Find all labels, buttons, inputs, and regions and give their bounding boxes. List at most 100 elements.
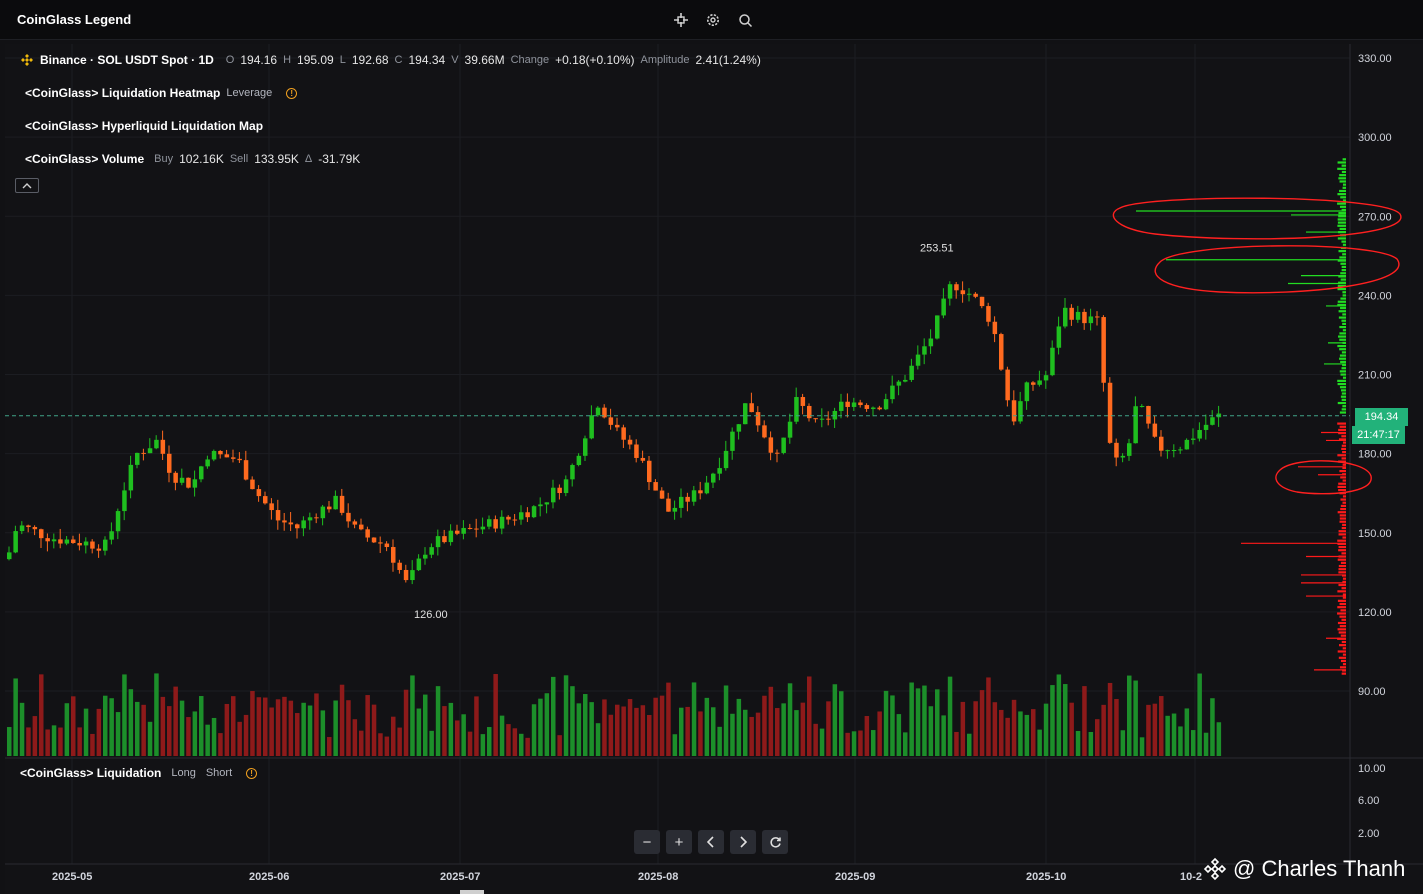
volume-bar: [576, 703, 582, 756]
candle-body: [32, 526, 38, 530]
volume-bar: [883, 690, 889, 756]
candle-body: [743, 403, 748, 425]
volume-bar: [851, 731, 857, 756]
volume-bar: [1037, 729, 1042, 756]
long-liq-bar: [1337, 454, 1346, 457]
volume-bar: [474, 696, 479, 756]
sell-value: 133.95K: [254, 152, 299, 166]
candle-body: [589, 415, 594, 439]
volume-bar: [890, 695, 895, 756]
long-liq-bar: [1339, 666, 1346, 669]
candle-body: [717, 468, 722, 474]
search-icon[interactable]: [735, 10, 755, 30]
candle-body: [896, 381, 902, 386]
indicator-volume[interactable]: <CoinGlass> Volume Buy 102.16K Sell 133.…: [25, 152, 360, 166]
scroll-right-button[interactable]: [730, 830, 756, 854]
settings-icon[interactable]: [703, 10, 723, 30]
collapse-legend-button[interactable]: [15, 178, 39, 193]
short-liq-bar: [1341, 408, 1346, 411]
candle-body: [147, 448, 153, 454]
refresh-icon: [769, 836, 781, 848]
long-liq-bar: [1342, 495, 1346, 498]
candle-body: [90, 541, 95, 549]
long-liq-bar: [1340, 634, 1346, 637]
volume-bar: [167, 706, 172, 756]
scroll-left-button[interactable]: [698, 830, 724, 854]
volume-bar: [173, 686, 178, 756]
chart-area[interactable]: 330.00 300.00 270.00 240.00 210.00 180.00 150.…: [5, 44, 1423, 894]
long-liq-bar: [1338, 571, 1346, 574]
candle-body: [909, 365, 914, 380]
volume-bar: [512, 728, 518, 756]
volume-bar: [1133, 680, 1138, 756]
short-liq-bar: [1337, 237, 1346, 240]
zoom-out-button[interactable]: −: [634, 830, 660, 854]
volume-bar: [903, 732, 908, 756]
volume-bar: [269, 707, 274, 756]
liquidation-tick-label: 10.00: [1358, 763, 1386, 775]
volume-bar: [807, 676, 812, 756]
change-value: +0.18(+0.10%): [555, 53, 635, 67]
candle-body: [775, 452, 780, 454]
short-liq-bar: [1342, 376, 1346, 379]
volume-bar: [115, 712, 121, 756]
short-liq-bar: [1337, 382, 1346, 386]
volume-bar: [1120, 730, 1126, 756]
indicator-hyperliquid[interactable]: <CoinGlass> Hyperliquid Liquidation Map: [25, 119, 263, 133]
candle-body: [1127, 443, 1132, 456]
candle-body: [269, 503, 274, 511]
volume-bar: [819, 728, 825, 756]
volume-bar: [544, 693, 550, 756]
reset-chart-button[interactable]: [762, 830, 788, 854]
candle-body: [1203, 424, 1209, 430]
long-liq-bar: [1341, 457, 1346, 460]
chevron-right-icon: [740, 836, 747, 848]
candle-body: [608, 417, 614, 425]
short-liq-bar: [1342, 186, 1346, 189]
volume-bar: [1197, 673, 1202, 756]
long-liq-bar: [1338, 644, 1346, 647]
volume-bar: [141, 704, 146, 756]
candle-body: [327, 506, 332, 510]
volume-bar: [1203, 732, 1209, 756]
short-liq-bar: [1339, 348, 1346, 351]
liquidation-tick-label: 2.00: [1358, 828, 1379, 840]
warning-icon[interactable]: !: [246, 767, 258, 779]
crosshair-icon[interactable]: [671, 10, 691, 30]
volume-bar: [602, 699, 607, 756]
short-liq-bar: [1342, 294, 1346, 297]
volume-bar: [403, 689, 409, 756]
indicator-heatmap[interactable]: <CoinGlass> Liquidation Heatmap Leverage…: [25, 86, 298, 100]
plus-icon: +: [674, 833, 684, 851]
candle-body: [365, 529, 370, 538]
short-liq-bar: [1342, 183, 1346, 186]
volume-bar: [967, 733, 972, 756]
long-liq-bar: [1338, 533, 1346, 536]
candle-body: [851, 402, 857, 407]
zoom-in-button[interactable]: +: [666, 830, 692, 854]
candle-body: [698, 490, 703, 494]
time-scroll-marker[interactable]: [460, 890, 484, 894]
volume-bar: [263, 697, 268, 756]
long-liq-bar: [1342, 577, 1346, 580]
long-liq-bar: [1342, 596, 1346, 599]
volume-bar: [871, 730, 876, 756]
candle-body: [218, 450, 223, 455]
long-liq-bar: [1338, 530, 1346, 533]
warning-icon[interactable]: !: [286, 87, 298, 99]
volume-bar: [979, 690, 985, 756]
candle-body: [1171, 449, 1177, 451]
volume-bar: [768, 686, 774, 756]
short-label: Short: [205, 767, 233, 779]
volume-bar: [1114, 699, 1119, 756]
candle-body: [288, 522, 294, 525]
indicator-liquidation[interactable]: <CoinGlass> Liquidation Long Short !: [20, 766, 258, 780]
long-liq-bar: [1338, 545, 1346, 549]
buy-label: Buy: [154, 153, 174, 165]
candle-body: [768, 437, 774, 453]
volume-bar: [531, 704, 537, 756]
candle-body: [77, 543, 82, 546]
short-liq-bar: [1341, 319, 1346, 322]
volume-bar: [1210, 698, 1215, 756]
candle-body: [512, 519, 518, 521]
